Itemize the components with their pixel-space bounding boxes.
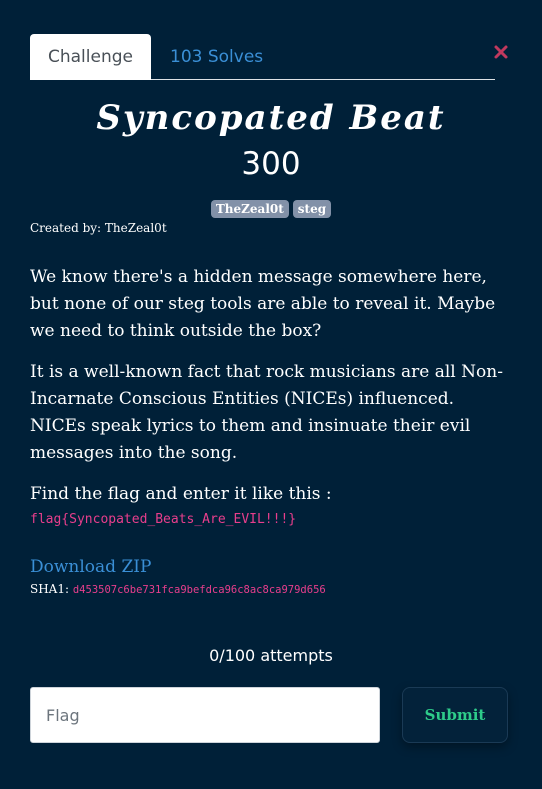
attempts-counter: 0/100 attempts <box>209 646 333 665</box>
challenge-points: 300 <box>241 146 301 182</box>
description-paragraph: We know there's a hidden message somewhe… <box>30 267 496 341</box>
challenge-title: Syncopated Beat <box>96 98 446 138</box>
created-by: Created by: TheZeal0t <box>30 221 167 235</box>
description-paragraph: Find the flag and enter it like this : f… <box>30 481 514 530</box>
close-button[interactable] <box>493 44 509 60</box>
flag-format-example: flag{Syncopated_Beats_Are_EVIL!!!} <box>30 512 297 527</box>
sha1-line: SHA1: d453507c6be731fca9befdca96c8ac8ca9… <box>30 582 326 596</box>
sha1-hash: d453507c6be731fca9befdca96c8ac8ca979d656 <box>72 584 326 596</box>
challenge-description: We know there's a hidden message somewhe… <box>30 264 514 544</box>
tab-bar: Challenge 103 Solves <box>30 34 495 80</box>
sha1-label: SHA1: <box>30 582 70 596</box>
flag-instructions: Find the flag and enter it like this : <box>30 484 332 504</box>
tab-solves[interactable]: 103 Solves <box>151 34 282 80</box>
tab-challenge[interactable]: Challenge <box>30 34 151 80</box>
close-icon <box>494 45 508 59</box>
submit-button[interactable]: Submit <box>402 687 508 743</box>
tag-category: steg <box>292 200 332 218</box>
flag-input[interactable] <box>30 687 380 743</box>
tag-author: TheZeal0t <box>210 200 289 218</box>
download-zip-link[interactable]: Download ZIP <box>30 557 151 577</box>
description-paragraph: It is a well-known fact that rock musici… <box>30 362 503 463</box>
challenge-modal: Challenge 103 Solves Syncopated Beat 300… <box>0 0 542 789</box>
tag-list: TheZeal0t steg <box>0 200 542 218</box>
